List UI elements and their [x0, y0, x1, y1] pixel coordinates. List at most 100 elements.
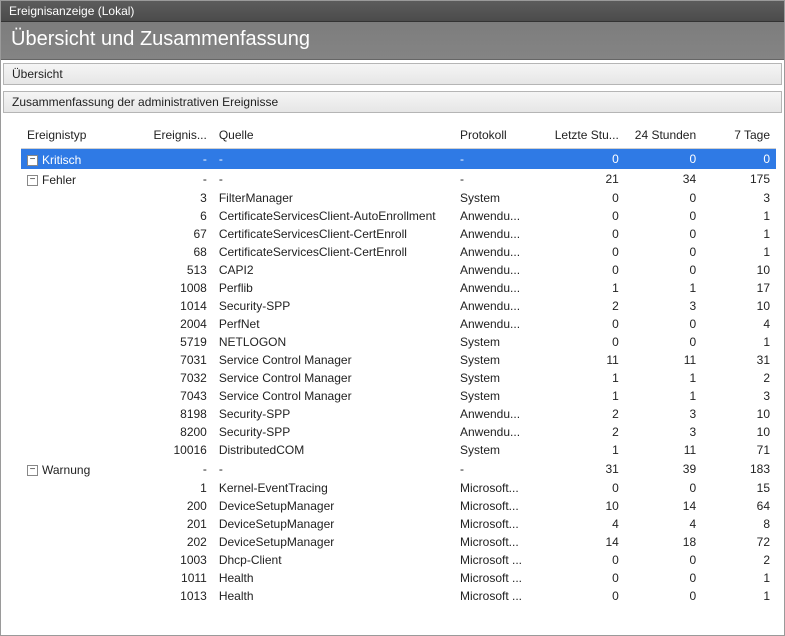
cell-24h: 1: [625, 387, 702, 405]
cell-protocol: Anwendu...: [454, 207, 545, 225]
event-row[interactable]: 8198Security-SPPAnwendu...2310: [21, 405, 776, 423]
cell-protocol: Anwendu...: [454, 243, 545, 261]
cell-source: Security-SPP: [213, 405, 454, 423]
cell-type: −Fehler: [21, 169, 137, 189]
cell-7d: 1: [702, 243, 776, 261]
collapse-icon[interactable]: −: [27, 155, 38, 166]
cell-source: -: [213, 149, 454, 170]
cell-type: [21, 243, 137, 261]
cell-7d: 10: [702, 405, 776, 423]
event-row[interactable]: 1003Dhcp-ClientMicrosoft ...002: [21, 551, 776, 569]
section-summary[interactable]: Zusammenfassung der administrativen Erei…: [3, 91, 782, 113]
col-header-last-hour[interactable]: Letzte Stu...: [545, 124, 625, 149]
cell-id: 202: [137, 533, 213, 551]
cell-type: [21, 189, 137, 207]
event-row[interactable]: 3FilterManagerSystem003: [21, 189, 776, 207]
cell-source: CertificateServicesClient-AutoEnrollment: [213, 207, 454, 225]
section-summary-label: Zusammenfassung der administrativen Erei…: [12, 95, 278, 109]
group-row[interactable]: −Fehler---2134175: [21, 169, 776, 189]
cell-type: [21, 261, 137, 279]
event-row[interactable]: 7031Service Control ManagerSystem111131: [21, 351, 776, 369]
cell-last-hour: 0: [545, 315, 625, 333]
event-row[interactable]: 1008PerflibAnwendu...1117: [21, 279, 776, 297]
cell-type: [21, 225, 137, 243]
cell-source: Kernel-EventTracing: [213, 479, 454, 497]
cell-last-hour: 0: [545, 587, 625, 605]
group-row[interactable]: −Kritisch---000: [21, 149, 776, 170]
cell-7d: 8: [702, 515, 776, 533]
cell-protocol: Microsoft ...: [454, 551, 545, 569]
event-row[interactable]: 1014Security-SPPAnwendu...2310: [21, 297, 776, 315]
event-row[interactable]: 200DeviceSetupManagerMicrosoft...101464: [21, 497, 776, 515]
cell-7d: 4: [702, 315, 776, 333]
cell-source: -: [213, 169, 454, 189]
cell-id: -: [137, 169, 213, 189]
cell-last-hour: 21: [545, 169, 625, 189]
event-row[interactable]: 1011HealthMicrosoft ...001: [21, 569, 776, 587]
event-row[interactable]: 1013HealthMicrosoft ...001: [21, 587, 776, 605]
col-header-id[interactable]: Ereignis...: [137, 124, 213, 149]
cell-7d: 15: [702, 479, 776, 497]
cell-last-hour: 10: [545, 497, 625, 515]
cell-24h: 3: [625, 423, 702, 441]
cell-source: CertificateServicesClient-CertEnroll: [213, 225, 454, 243]
event-row[interactable]: 10016DistributedCOMSystem11171: [21, 441, 776, 459]
cell-7d: 1: [702, 569, 776, 587]
event-row[interactable]: 8200Security-SPPAnwendu...2310: [21, 423, 776, 441]
group-row[interactable]: −Warnung---3139183: [21, 459, 776, 479]
section-overview[interactable]: Übersicht: [3, 63, 782, 85]
cell-source: DeviceSetupManager: [213, 497, 454, 515]
cell-protocol: Anwendu...: [454, 405, 545, 423]
event-row[interactable]: 5719NETLOGONSystem001: [21, 333, 776, 351]
cell-protocol: System: [454, 333, 545, 351]
event-row[interactable]: 68CertificateServicesClient-CertEnrollAn…: [21, 243, 776, 261]
cell-source: DistributedCOM: [213, 441, 454, 459]
window-titlebar: Ereignisanzeige (Lokal): [1, 1, 784, 22]
event-row[interactable]: 6CertificateServicesClient-AutoEnrollmen…: [21, 207, 776, 225]
cell-protocol: Microsoft...: [454, 515, 545, 533]
cell-type: [21, 551, 137, 569]
cell-24h: 14: [625, 497, 702, 515]
cell-last-hour: 2: [545, 297, 625, 315]
page-header: Übersicht und Zusammenfassung: [1, 22, 784, 60]
event-row[interactable]: 67CertificateServicesClient-CertEnrollAn…: [21, 225, 776, 243]
cell-7d: 31: [702, 351, 776, 369]
cell-7d: 10: [702, 261, 776, 279]
cell-last-hour: 0: [545, 569, 625, 587]
col-header-protocol[interactable]: Protokoll: [454, 124, 545, 149]
cell-id: 1014: [137, 297, 213, 315]
event-row[interactable]: 2004PerfNetAnwendu...004: [21, 315, 776, 333]
cell-id: -: [137, 149, 213, 170]
col-header-type[interactable]: Ereignistyp: [21, 124, 137, 149]
cell-24h: 11: [625, 441, 702, 459]
event-row[interactable]: 513CAPI2Anwendu...0010: [21, 261, 776, 279]
cell-id: 201: [137, 515, 213, 533]
cell-protocol: Anwendu...: [454, 225, 545, 243]
cell-7d: 175: [702, 169, 776, 189]
cell-24h: 0: [625, 207, 702, 225]
cell-id: 513: [137, 261, 213, 279]
event-row[interactable]: 1Kernel-EventTracingMicrosoft...0015: [21, 479, 776, 497]
cell-last-hour: 1: [545, 279, 625, 297]
collapse-icon[interactable]: −: [27, 465, 38, 476]
col-header-source[interactable]: Quelle: [213, 124, 454, 149]
cell-id: 2004: [137, 315, 213, 333]
cell-7d: 3: [702, 387, 776, 405]
cell-24h: 0: [625, 551, 702, 569]
event-row[interactable]: 201DeviceSetupManagerMicrosoft...448: [21, 515, 776, 533]
cell-protocol: Microsoft ...: [454, 569, 545, 587]
cell-last-hour: 0: [545, 261, 625, 279]
cell-id: 7031: [137, 351, 213, 369]
cell-id: 68: [137, 243, 213, 261]
cell-protocol: Anwendu...: [454, 297, 545, 315]
cell-7d: 10: [702, 297, 776, 315]
cell-type: [21, 479, 137, 497]
event-row[interactable]: 7043Service Control ManagerSystem113: [21, 387, 776, 405]
collapse-icon[interactable]: −: [27, 175, 38, 186]
cell-protocol: -: [454, 169, 545, 189]
event-row[interactable]: 7032Service Control ManagerSystem112: [21, 369, 776, 387]
event-row[interactable]: 202DeviceSetupManagerMicrosoft...141872: [21, 533, 776, 551]
col-header-24h[interactable]: 24 Stunden: [625, 124, 702, 149]
cell-type: −Kritisch: [21, 149, 137, 170]
col-header-7d[interactable]: 7 Tage: [702, 124, 776, 149]
